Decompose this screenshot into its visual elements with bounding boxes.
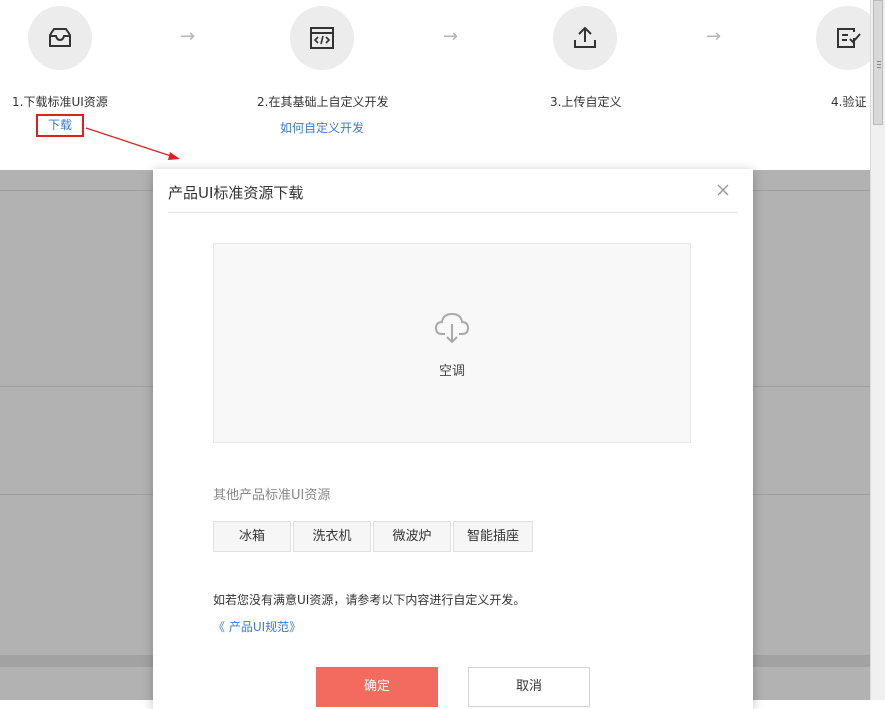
chip-microwave[interactable]: 微波炉 [373,521,451,552]
cloud-download-icon [434,312,470,344]
cancel-button[interactable]: 取消 [468,667,590,707]
grip-line [877,64,881,65]
preview-product-name: 空调 [438,364,465,379]
ui-spec-link[interactable]: 《 产品UI规范》 [213,618,301,635]
chip-fridge[interactable]: 冰箱 [213,521,291,552]
confirm-button[interactable]: 确定 [316,667,438,707]
scrollbar-thumb[interactable] [873,0,883,125]
other-resources-label: 其他产品标准UI资源 [213,488,331,503]
modal-title: 产品UI标准资源下载 [168,184,304,202]
close-icon[interactable] [715,182,731,198]
chip-washer[interactable]: 洗衣机 [293,521,371,552]
modal-divider [168,212,738,213]
grip-line [877,67,881,68]
chip-smart-plug[interactable]: 智能插座 [453,521,533,552]
grip-line [877,61,881,62]
custom-hint: 如若您没有满意UI资源，请参考以下内容进行自定义开发。 [213,593,526,607]
resource-preview-card[interactable]: 空调 [213,243,691,443]
vertical-scrollbar[interactable] [870,0,885,700]
download-modal: 产品UI标准资源下载 空调 其他产品标准UI资源 冰箱 洗衣机 微波炉 智能插座… [153,169,753,709]
